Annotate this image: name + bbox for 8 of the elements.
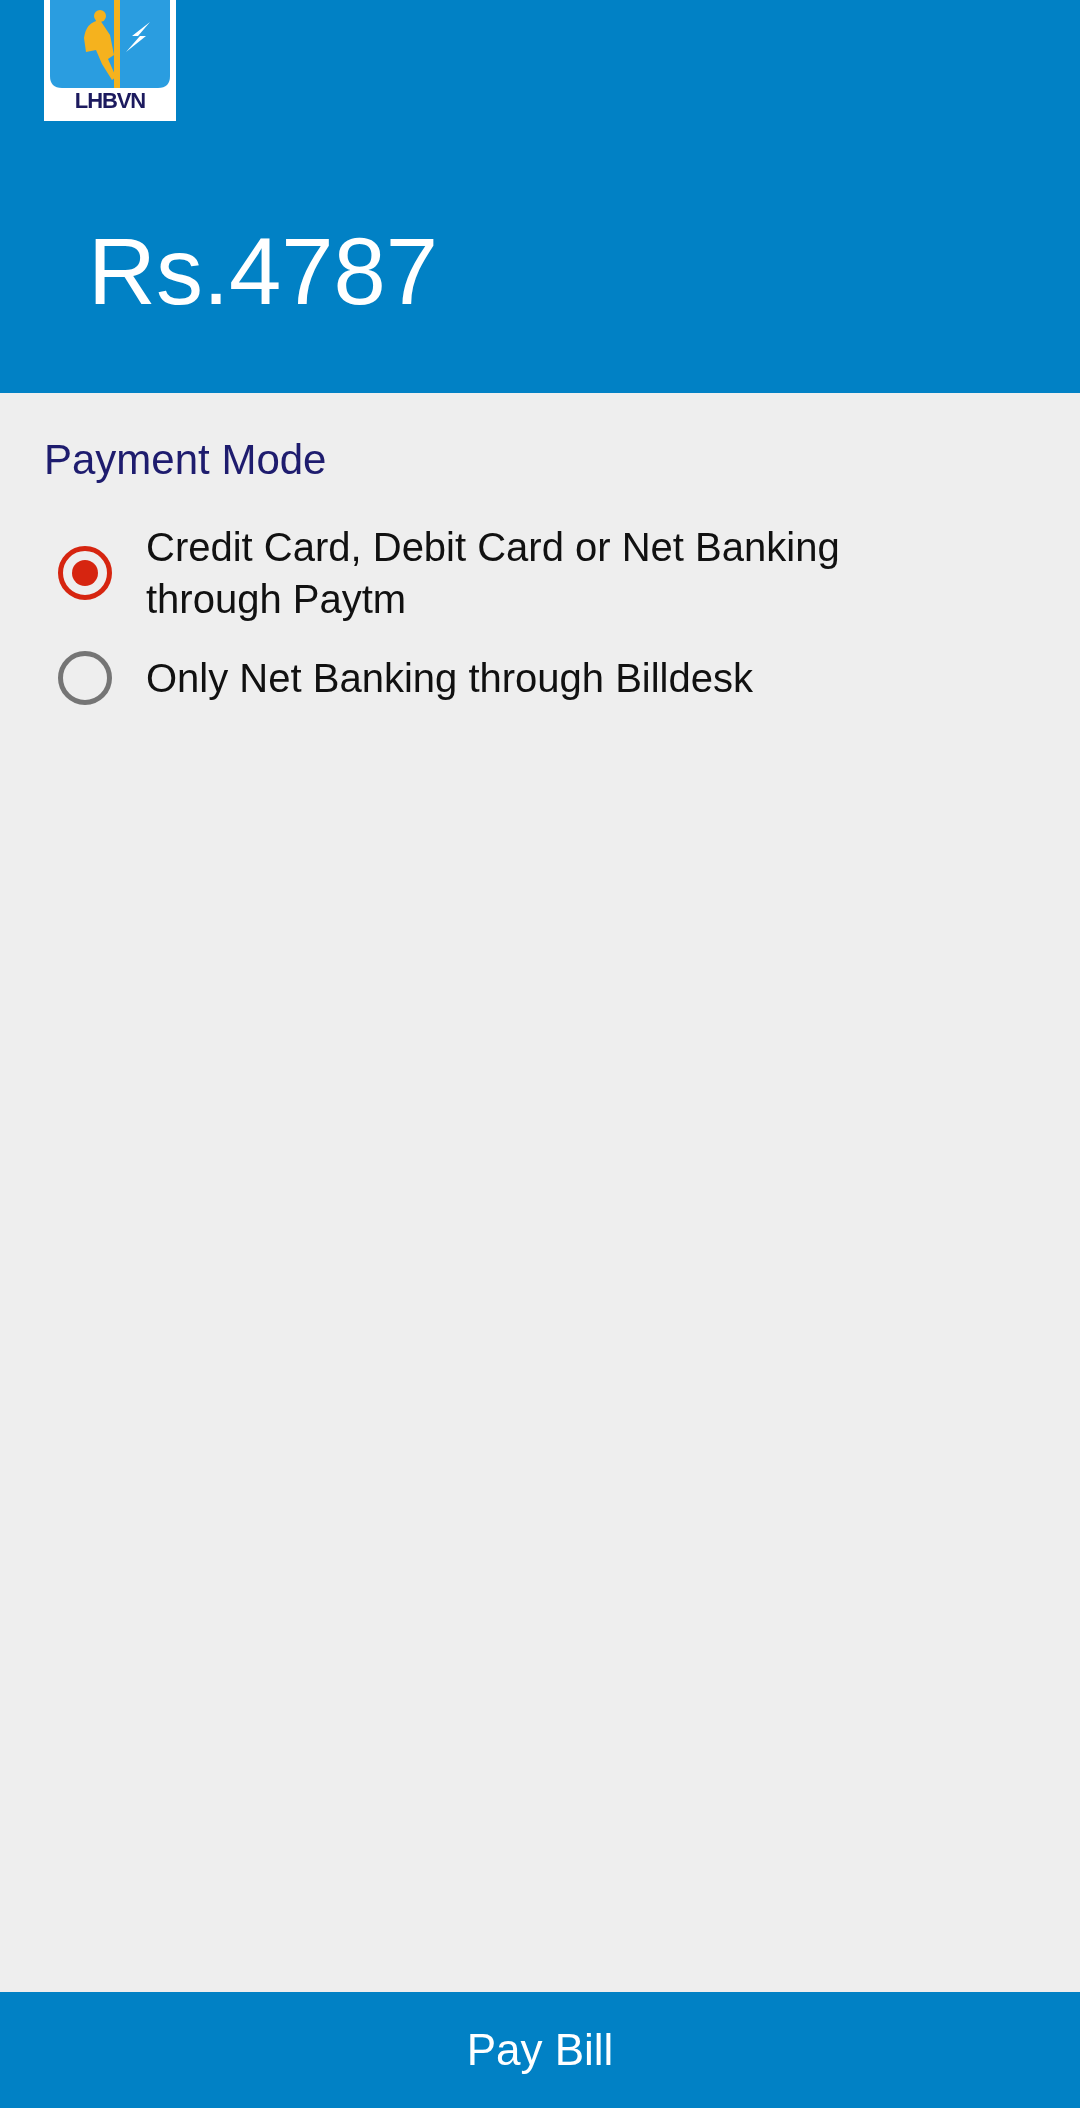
payment-option-label[interactable]: Only Net Banking through Billdesk: [146, 652, 946, 704]
payment-option-label[interactable]: Credit Card, Debit Card or Net Banking through Paytm: [146, 521, 946, 625]
logo-text: LHBVN: [74, 88, 146, 114]
radio-button[interactable]: [58, 546, 112, 600]
bill-amount: Rs.4787: [88, 218, 439, 326]
pay-bill-button[interactable]: Pay Bill: [0, 1992, 1080, 2108]
radio-button[interactable]: [58, 651, 112, 705]
section-title: Payment Mode: [44, 435, 327, 485]
